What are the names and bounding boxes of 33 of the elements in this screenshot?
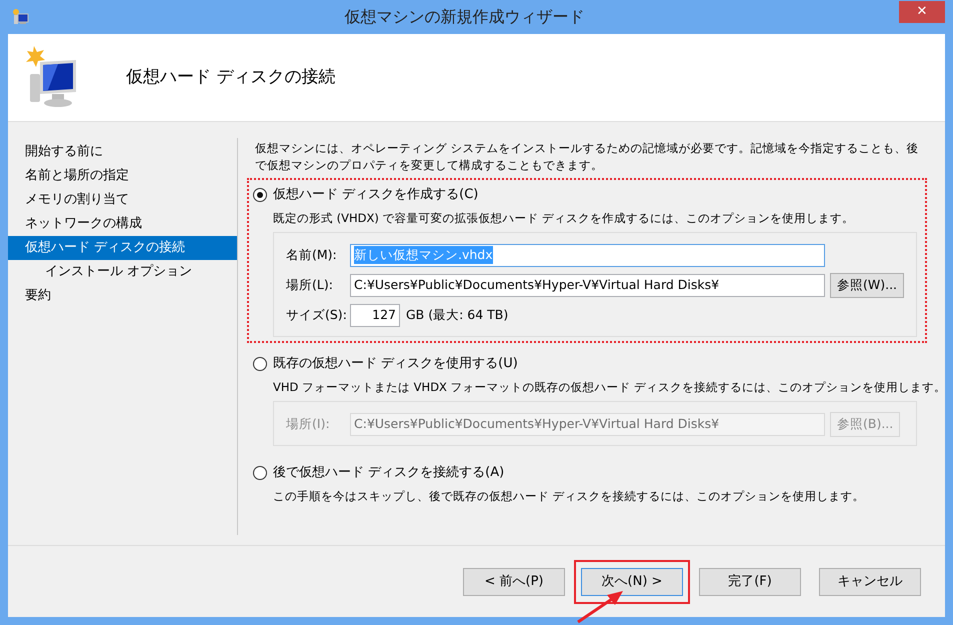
input-field[interactable]: C:¥Users¥Public¥Documents¥Hyper-V¥Virtual Hard Disks¥: [350, 274, 825, 296]
option-description: この手順を今はスキップし、後で既存の仮想ハード ディスクを接続するには、このオプションを使用します。: [273, 488, 865, 505]
input-field[interactable]: 127: [350, 304, 400, 326]
wizard-button[interactable]: 次へ(N) >: [581, 568, 683, 596]
radio-label[interactable]: 既存の仮想ハード ディスクを使用する(U): [273, 354, 518, 374]
radio-label[interactable]: 仮想ハード ディスクを作成する(C): [273, 185, 478, 205]
wizard-button[interactable]: 完了(F): [699, 568, 801, 596]
radio-button[interactable]: [253, 357, 267, 371]
radio-label[interactable]: 後で仮想ハード ディスクを接続する(A): [273, 463, 504, 483]
radio-button[interactable]: [253, 188, 267, 202]
field-label: サイズ(S):: [286, 306, 344, 324]
browse-button[interactable]: 参照(W)...: [830, 272, 904, 298]
sidebar-item[interactable]: インストール オプション: [8, 260, 237, 284]
field-label: 場所(L):: [286, 276, 334, 294]
sidebar-item[interactable]: 仮想ハード ディスクの接続: [8, 236, 237, 260]
sidebar-item[interactable]: 開始する前に: [8, 140, 237, 164]
wizard-button[interactable]: < 前へ(P): [463, 568, 565, 596]
sidebar-item[interactable]: 名前と場所の指定: [8, 164, 237, 188]
wizard-button[interactable]: キャンセル: [819, 568, 921, 596]
window-title: 仮想マシンの新規作成ウィザード: [344, 6, 586, 28]
page-heading: 仮想ハード ディスクの接続: [126, 66, 336, 89]
option-description: VHD フォーマットまたは VHDX フォーマットの既存の仮想ハード ディスクを接続するには、このオプションを使用します。: [273, 379, 946, 396]
sidebar-item[interactable]: メモリの割り当て: [8, 188, 237, 212]
intro-text: 仮想マシンには、オペレーティング システムをインストールするための記憶域が必要です。記憶域を今指定することも、後で仮想マシンのプロパティを変更して構成することもできます。: [255, 140, 920, 174]
app-icon: [12, 8, 30, 26]
option-description: 既定の形式 (VHDX) で容量可変の拡張仮想ハード ディスクを作成するには、このオプションを使用します。: [273, 210, 854, 227]
close-button[interactable]: ✕: [899, 1, 945, 23]
sidebar-item[interactable]: ネットワークの構成: [8, 212, 237, 236]
field-label: 名前(M):: [286, 246, 338, 264]
sidebar-item[interactable]: 要約: [8, 284, 237, 308]
field-label: 場所(I):: [286, 414, 331, 433]
size-unit: GB (最大: 64 TB): [406, 306, 508, 324]
radio-button[interactable]: [253, 466, 267, 480]
